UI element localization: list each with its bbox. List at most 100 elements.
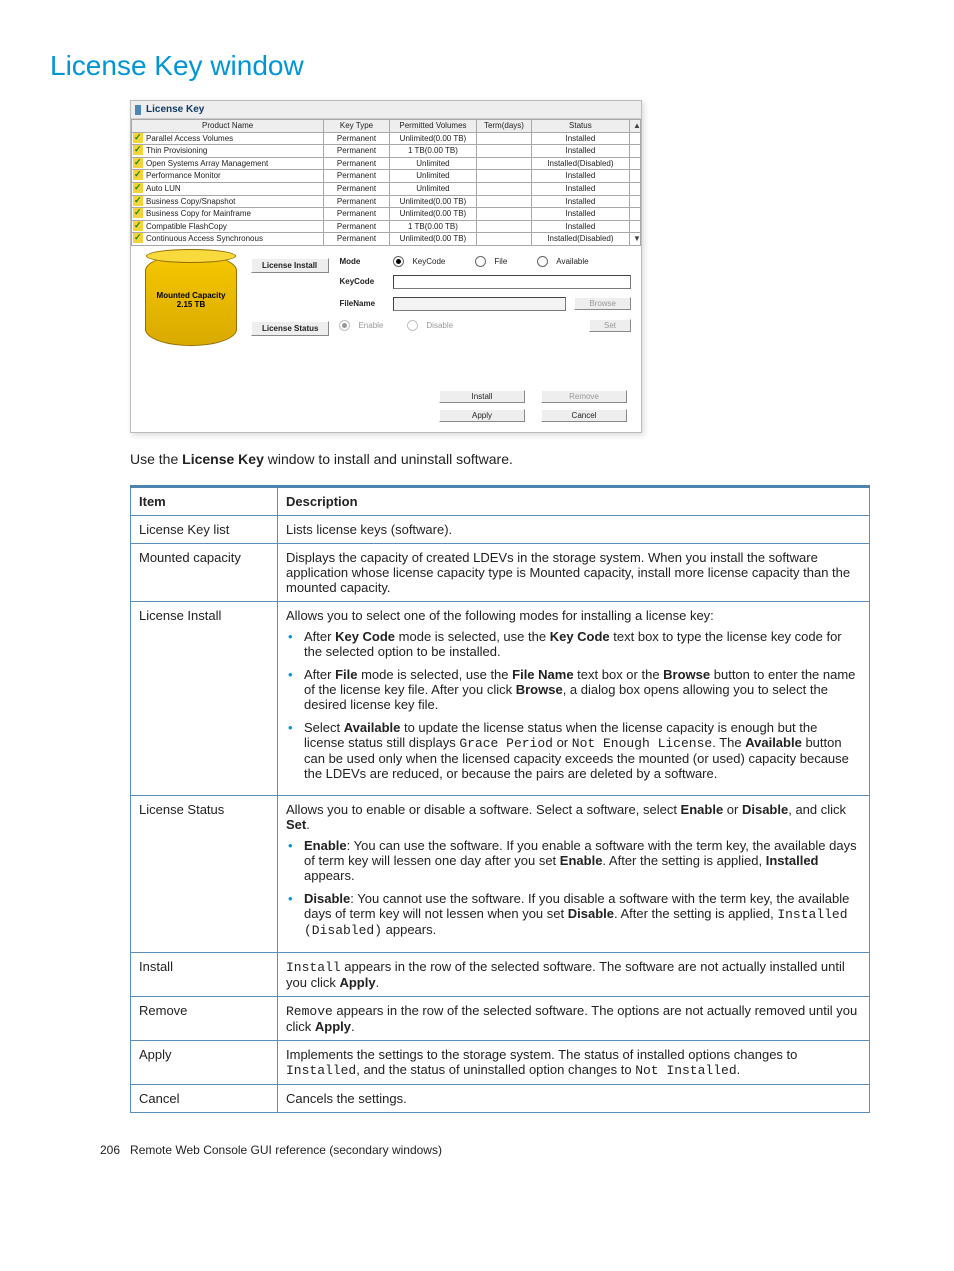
intro-post: window to install and uninstall software… bbox=[264, 451, 513, 467]
doc-item: License Status bbox=[131, 795, 278, 952]
list-item: Enable: You can use the software. If you… bbox=[300, 838, 861, 883]
doc-item: License Key list bbox=[131, 515, 278, 543]
table-row[interactable]: Business Copy for MainframePermanentUnli… bbox=[132, 208, 641, 221]
col-productname[interactable]: Product Name bbox=[132, 120, 324, 133]
list-item: Select Available to update the license s… bbox=[300, 720, 861, 781]
status-disable-radio[interactable] bbox=[407, 320, 418, 331]
cell-permitted: Unlimited(0.00 TB) bbox=[389, 208, 476, 221]
cell-productname: Compatible FlashCopy bbox=[132, 220, 324, 233]
cell-status: Installed bbox=[531, 208, 629, 221]
doc-item: Remove bbox=[131, 996, 278, 1040]
scroll-track bbox=[630, 220, 641, 233]
mode-file-radio[interactable] bbox=[475, 256, 486, 267]
set-button: Set bbox=[589, 319, 631, 332]
intro-text: Use the License Key window to install an… bbox=[130, 451, 904, 467]
table-row[interactable]: Compatible FlashCopyPermanent1 TB(0.00 T… bbox=[132, 220, 641, 233]
apply-button[interactable]: Apply bbox=[439, 409, 525, 422]
cell-term bbox=[477, 145, 532, 158]
cell-keytype: Permanent bbox=[324, 170, 390, 183]
keycode-input[interactable] bbox=[393, 275, 631, 289]
cell-productname: Business Copy/Snapshot bbox=[132, 195, 324, 208]
cell-status: Installed bbox=[531, 195, 629, 208]
cell-term bbox=[477, 157, 532, 170]
cell-productname: Business Copy for Mainframe bbox=[132, 208, 324, 221]
cell-keytype: Permanent bbox=[324, 132, 390, 145]
install-button[interactable]: Install bbox=[439, 390, 525, 403]
cell-status: Installed(Disabled) bbox=[531, 157, 629, 170]
filename-label: FileName bbox=[339, 299, 385, 308]
cell-status: Installed bbox=[531, 145, 629, 158]
scroll-up-icon[interactable]: ▲ bbox=[630, 120, 641, 133]
cell-term bbox=[477, 182, 532, 195]
doc-item: Cancel bbox=[131, 1084, 278, 1112]
mode-available-radio[interactable] bbox=[537, 256, 548, 267]
mode-keycode-radio[interactable] bbox=[393, 256, 404, 267]
cell-status: Installed bbox=[531, 170, 629, 183]
browse-button: Browse bbox=[574, 297, 631, 310]
cell-keytype: Permanent bbox=[324, 157, 390, 170]
table-row[interactable]: Business Copy/SnapshotPermanentUnlimited… bbox=[132, 195, 641, 208]
cell-term bbox=[477, 220, 532, 233]
table-row[interactable]: Open Systems Array ManagementPermanentUn… bbox=[132, 157, 641, 170]
doc-desc: Allows you to select one of the followin… bbox=[278, 601, 870, 795]
col-term[interactable]: Term(days) bbox=[477, 120, 532, 133]
cell-productname: Performance Monitor bbox=[132, 170, 324, 183]
scroll-track bbox=[630, 145, 641, 158]
doc-desc: Remove appears in the row of the selecte… bbox=[278, 996, 870, 1040]
mode-label: Mode bbox=[339, 257, 385, 266]
filename-input bbox=[393, 297, 566, 311]
remove-button: Remove bbox=[541, 390, 627, 403]
doc-desc: Displays the capacity of created LDEVs i… bbox=[278, 543, 870, 601]
page-footer: 206 Remote Web Console GUI reference (se… bbox=[100, 1143, 904, 1157]
scroll-down-icon[interactable]: ▼ bbox=[630, 233, 641, 246]
scroll-track bbox=[630, 182, 641, 195]
scroll-track bbox=[630, 132, 641, 145]
scroll-track bbox=[630, 170, 641, 183]
description-table: Item Description License Key listLists l… bbox=[130, 485, 870, 1113]
cell-status: Installed bbox=[531, 220, 629, 233]
cell-productname: Thin Provisioning bbox=[132, 145, 324, 158]
license-install-button[interactable]: License Install bbox=[251, 258, 329, 273]
doc-row: ApplyImplements the settings to the stor… bbox=[131, 1040, 870, 1084]
col-permitted[interactable]: Permitted Volumes bbox=[389, 120, 476, 133]
cell-keytype: Permanent bbox=[324, 182, 390, 195]
list-item: After Key Code mode is selected, use the… bbox=[300, 629, 861, 659]
cancel-button[interactable]: Cancel bbox=[541, 409, 627, 422]
license-status-button[interactable]: License Status bbox=[251, 321, 329, 336]
window-title: License Key bbox=[146, 104, 204, 115]
window-titlebar: License Key bbox=[131, 101, 641, 119]
page-title: License Key window bbox=[50, 50, 904, 82]
doc-desc: Install appears in the row of the select… bbox=[278, 952, 870, 996]
mounted-capacity-cylinder: Mounted Capacity 2.15 TB bbox=[145, 254, 237, 346]
status-enable-radio[interactable] bbox=[339, 320, 350, 331]
cell-term bbox=[477, 233, 532, 246]
col-status[interactable]: Status bbox=[531, 120, 629, 133]
doc-desc: Implements the settings to the storage s… bbox=[278, 1040, 870, 1084]
cell-term bbox=[477, 195, 532, 208]
title-accent-icon bbox=[135, 105, 141, 115]
table-row[interactable]: Continuous Access SynchronousPermanentUn… bbox=[132, 233, 641, 246]
cell-permitted: Unlimited(0.00 TB) bbox=[389, 233, 476, 246]
col-keytype[interactable]: Key Type bbox=[324, 120, 390, 133]
scroll-track bbox=[630, 208, 641, 221]
cell-status: Installed(Disabled) bbox=[531, 233, 629, 246]
mode-keycode-label: KeyCode bbox=[412, 257, 445, 266]
cell-productname: Continuous Access Synchronous bbox=[132, 233, 324, 246]
doc-item: Apply bbox=[131, 1040, 278, 1084]
cell-productname: Parallel Access Volumes bbox=[132, 132, 324, 145]
status-disable-label: Disable bbox=[426, 321, 453, 330]
cell-productname: Open Systems Array Management bbox=[132, 157, 324, 170]
page-number: 206 bbox=[100, 1143, 120, 1157]
table-row[interactable]: Auto LUNPermanentUnlimitedInstalled bbox=[132, 182, 641, 195]
list-item: After File mode is selected, use the Fil… bbox=[300, 667, 861, 712]
table-row[interactable]: Thin ProvisioningPermanent1 TB(0.00 TB)I… bbox=[132, 145, 641, 158]
cell-permitted: Unlimited bbox=[389, 157, 476, 170]
mode-file-label: File bbox=[494, 257, 507, 266]
cell-permitted: 1 TB(0.00 TB) bbox=[389, 145, 476, 158]
status-enable-label: Enable bbox=[358, 321, 383, 330]
cell-term bbox=[477, 208, 532, 221]
intro-bold: License Key bbox=[182, 451, 264, 467]
cell-permitted: Unlimited(0.00 TB) bbox=[389, 195, 476, 208]
table-row[interactable]: Parallel Access VolumesPermanentUnlimite… bbox=[132, 132, 641, 145]
table-row[interactable]: Performance MonitorPermanentUnlimitedIns… bbox=[132, 170, 641, 183]
